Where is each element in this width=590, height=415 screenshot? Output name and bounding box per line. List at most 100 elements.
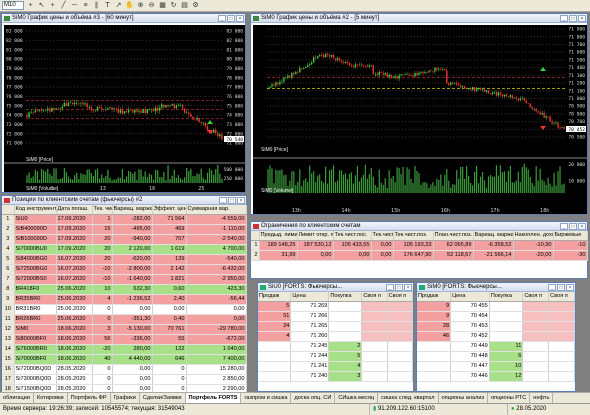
order-book-row[interactable]: 24 71 265: [258, 321, 414, 333]
workspace-tab[interactable]: Котировки: [34, 393, 68, 403]
hline-tool-icon[interactable]: ─: [70, 1, 79, 10]
maximize-button[interactable]: □: [557, 284, 565, 291]
cursor-icon[interactable]: ↖: [37, 1, 46, 10]
table-row[interactable]: 5 Si84000BG0 16.07.2020 20 -620,00 139 -540,00: [2, 254, 247, 266]
column-header[interactable]: Своя п: [361, 292, 388, 303]
print-icon[interactable]: ▤: [180, 1, 189, 10]
table-row[interactable]: 6 Si72500BG0 16.07.2020 -10 -2 800,00 2 142 -6…: [2, 264, 247, 276]
table-row[interactable]: 14 Si76000BR0 18.06.2020 -20 280,00 122 1 040,…: [2, 344, 247, 356]
settings-icon[interactable]: ⚙: [191, 1, 200, 10]
column-header[interactable]: Покупка: [489, 292, 524, 303]
column-header[interactable]: Вариац. маржа: [473, 231, 514, 242]
column-header[interactable]: Своя п: [522, 292, 550, 303]
maximize-button[interactable]: □: [395, 284, 403, 291]
column-header[interactable]: Тек.чист.пос.: [333, 231, 372, 242]
table-row[interactable]: 1 189 148,25 187 530,12 105 433,55 0,00 105 1…: [251, 240, 588, 252]
maximize-button[interactable]: □: [228, 197, 236, 204]
add-icon[interactable]: +: [26, 1, 35, 10]
workspace-tab[interactable]: Портфель ФР: [68, 393, 111, 403]
workspace-tab[interactable]: Портфель FORTS: [185, 393, 242, 403]
window-title[interactable]: SiM0 График цены и объёма #2 - [5 минут]…: [251, 14, 587, 23]
fib-tool-icon[interactable]: ≡: [81, 1, 90, 10]
order-book-row[interactable]: 9 70 454: [417, 311, 575, 323]
workspace-tab[interactable]: опционы РТС: [488, 393, 531, 403]
channel-tool-icon[interactable]: ∥: [92, 1, 101, 10]
order-book-table[interactable]: Продаж Цена Покупка Своя п Своя п 9 70 455 9 70…: [417, 292, 575, 383]
column-header[interactable]: Цена: [290, 292, 330, 303]
order-book-row[interactable]: 28 70 453: [417, 321, 575, 333]
zoom-out-icon[interactable]: ⊖: [147, 1, 156, 10]
table-row[interactable]: 10 BR31BR0 25.06.2020 0 0,00 0,00 0,00: [2, 304, 247, 316]
close-button[interactable]: ×: [578, 223, 586, 230]
order-book-row[interactable]: 4 71 260: [258, 331, 414, 343]
close-button[interactable]: ×: [237, 197, 245, 204]
column-header[interactable]: Тек.чист.пос: [371, 231, 394, 242]
workspace-tab[interactable]: Графики: [111, 393, 140, 403]
column-header[interactable]: [2, 205, 15, 216]
column-header[interactable]: Лимит откр. п: [297, 231, 334, 242]
minimize-button[interactable]: _: [218, 15, 226, 22]
order-book-row[interactable]: 9 70 455: [417, 301, 575, 313]
grid-icon[interactable]: ▦: [158, 1, 167, 10]
order-book-row[interactable]: 71 240 3: [258, 371, 414, 383]
maximize-button[interactable]: □: [227, 15, 235, 22]
maximize-button[interactable]: □: [569, 223, 577, 230]
window-title[interactable]: SiU0 [FORTS: Фьючерсы... _ □ ×: [258, 283, 413, 292]
window-title[interactable]: Позиции по клиентским счетам (фьючерсы) …: [2, 196, 246, 205]
window-title[interactable]: SiM0 [FORTS: Фьючерсы... _ □ ×: [417, 283, 575, 292]
close-button[interactable]: ×: [578, 15, 586, 22]
line-tool-icon[interactable]: ╱: [59, 1, 68, 10]
column-header[interactable]: Продаж: [258, 292, 292, 303]
minimize-button[interactable]: _: [386, 284, 394, 291]
column-header[interactable]: План.чист.поз.: [433, 231, 474, 242]
column-header[interactable]: Дата погаш.: [56, 205, 93, 216]
maximize-button[interactable]: □: [569, 15, 577, 22]
price-volume-chart[interactable]: 71 90071 800 71 700 71 60071 500 71 400 71 3…: [253, 25, 587, 214]
order-book-row[interactable]: 5 71 269: [258, 301, 414, 313]
order-book-row[interactable]: 71 245 2: [258, 341, 414, 353]
column-header[interactable]: Своя п: [387, 292, 414, 303]
workspace-tab[interactable]: облигации: [0, 393, 34, 403]
column-header[interactable]: Своя п: [548, 292, 575, 303]
column-header[interactable]: Вариац. маржа: [112, 205, 153, 216]
order-book-row[interactable]: 51 71 266: [258, 311, 414, 323]
close-button[interactable]: ×: [404, 284, 412, 291]
table-row[interactable]: 17 Si73000BQ0D 28.05.2020 0 0,00 0 2 850,00: [2, 374, 247, 386]
refresh-icon[interactable]: ↻: [169, 1, 178, 10]
window-title[interactable]: SiM0 График цены и объёма #3 - [60 минут…: [2, 14, 245, 23]
order-book-row[interactable]: 71 241 4: [258, 361, 414, 373]
minimize-button[interactable]: _: [560, 15, 568, 22]
hand-tool-icon[interactable]: ✋: [125, 1, 134, 10]
order-book-row[interactable]: 70 446 12: [417, 371, 575, 383]
table-row[interactable]: 12 SiM0 18.06.2020 3 -5 130,00 70 761 -29 780,…: [2, 324, 247, 336]
minimize-button[interactable]: _: [560, 223, 568, 230]
workspace-tab[interactable]: опционы анализ: [439, 393, 489, 403]
price-volume-chart[interactable]: 83 000 83 000 82 000 82 000 81 000 81 000 80 0…: [4, 25, 245, 192]
table-row[interactable]: 7 Si72000BS0 16.07.2020 -10 -1 640,00 1 821 -2…: [2, 274, 247, 286]
column-header[interactable]: Предыд. лимит: [259, 231, 298, 242]
order-book-row[interactable]: 46 70 452: [417, 331, 575, 343]
minimize-button[interactable]: _: [548, 284, 556, 291]
column-header[interactable]: Суммарная вар.: [186, 205, 247, 216]
column-header[interactable]: Покупка: [328, 292, 363, 303]
order-book-table[interactable]: Продаж Цена Покупка Своя п Своя п 5 71 269 51 7…: [258, 292, 414, 383]
workspace-tab[interactable]: сишка след. квартал: [378, 393, 439, 403]
limits-table[interactable]: Предыд. лимит Лимит откр. п Тек.чист.пос. Т…: [251, 231, 588, 262]
table-row[interactable]: 8 BR418F0 25.06.2020 10 632,30 0,60 423,30: [2, 284, 247, 296]
workspace-tab[interactable]: СИшка месяц: [335, 393, 379, 403]
table-row[interactable]: 4 Si70000BU0 17.09.2020 20 2 120,00 1 619 4 70…: [2, 244, 247, 256]
positions-table[interactable]: Код инструментаДата погаш.Тек. чист.поз.…: [2, 205, 247, 396]
order-book-row[interactable]: 70 448 6: [417, 351, 575, 363]
table-row[interactable]: 15 Si70000BF0 18.06.2020 40 4 440,00 646 7 400…: [2, 354, 247, 366]
minimize-button[interactable]: _: [219, 197, 227, 204]
table-row[interactable]: 2 SiB400090D 17.09.2020 15 -495,00 469 -1 110,…: [2, 224, 247, 236]
zoom-in-icon[interactable]: ⊕: [136, 1, 145, 10]
column-header[interactable]: Эффект. цена: [152, 205, 187, 216]
crosshair-icon[interactable]: +: [48, 1, 57, 10]
workspace-tab[interactable]: Сделки/Заявки: [140, 393, 186, 403]
table-row[interactable]: 2 31,99 0,00 0,00 0,00 176 647,90 52 118,67 -21…: [251, 250, 588, 262]
table-row[interactable]: 13 Si80000BF0 18.06.2020 56 -336,00 55 -672,00: [2, 334, 247, 346]
table-row[interactable]: 16 Si72000BQ0D 28.05.2020 0 0,00 0 15 280,00: [2, 364, 247, 376]
chart-area[interactable]: 71 900 71 800 71 700 71 600 71 500 71 400 71 3…: [253, 25, 587, 214]
order-book-row[interactable]: 70 447 10: [417, 361, 575, 373]
